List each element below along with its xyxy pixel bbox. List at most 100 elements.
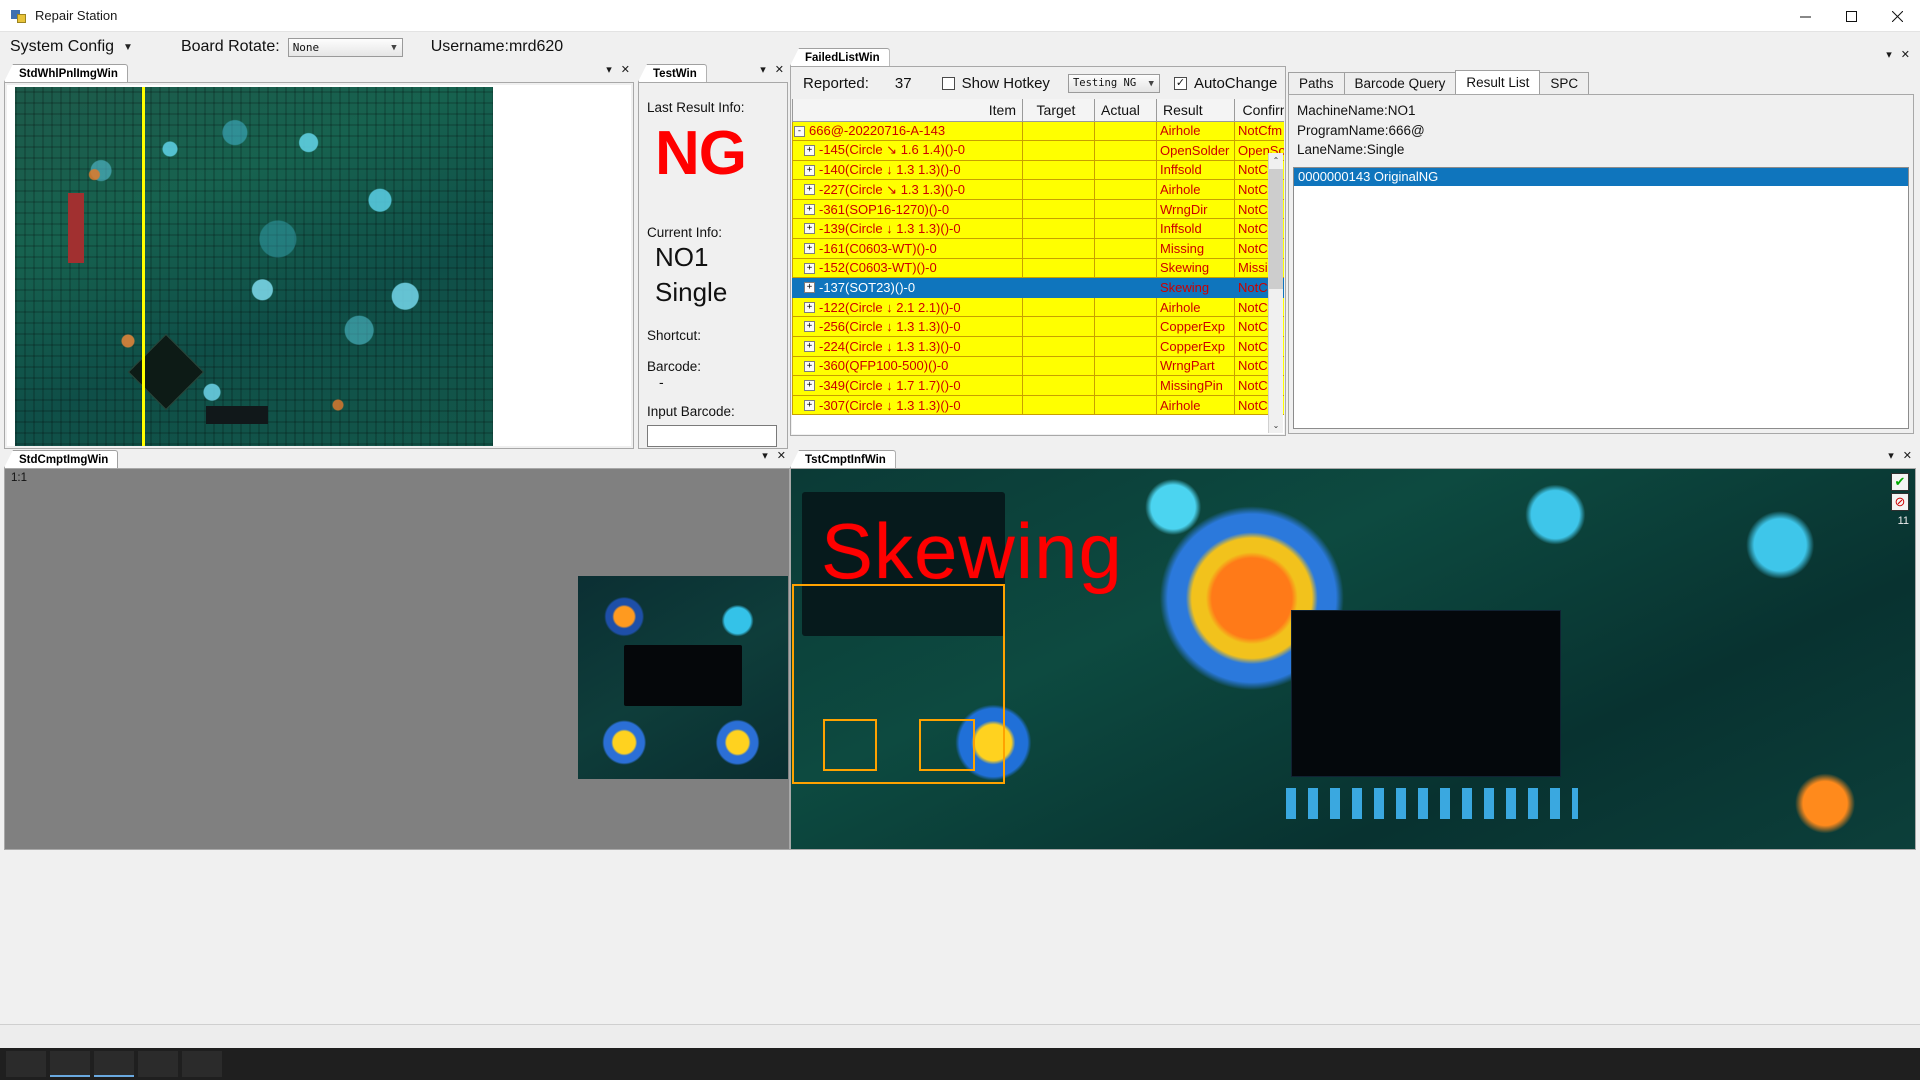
taskbar-app-icon[interactable] <box>50 1051 90 1077</box>
panel-menu-icon[interactable]: ▾ <box>1886 50 1892 61</box>
table-row[interactable]: -666@-20220716-A-143 Airhole NotCfm <box>792 120 1284 142</box>
component-body <box>624 645 742 706</box>
expand-icon[interactable]: + <box>804 341 815 353</box>
mark-ng-button[interactable]: ⊘ <box>1891 493 1909 511</box>
table-row[interactable]: + -145(Circle ↘ 1.6 1.4)()-0 OpenSolder Ope… <box>792 140 1284 161</box>
board-image-viewport[interactable] <box>7 85 631 446</box>
expand-icon[interactable]: + <box>804 399 815 411</box>
pcb-connector <box>67 193 84 264</box>
collapse-icon[interactable]: - <box>794 125 805 137</box>
cell-result: CopperExp <box>1156 336 1235 357</box>
cell-target <box>1022 277 1095 298</box>
menu-system-config[interactable]: System Config ▼ <box>10 38 133 56</box>
cell-item: + -140(Circle ↓ 1.3 1.3)()-0 <box>792 159 1023 181</box>
column-header-actual[interactable]: Actual <box>1094 99 1157 122</box>
test-component-viewport[interactable]: Skewing ✔ ⊘ 11 <box>791 469 1915 849</box>
table-row[interactable]: + -307(Circle ↓ 1.3 1.3)()-0 Airhole NotCfm <box>792 394 1284 416</box>
failed-list-scrollbar[interactable]: ⌃ ⌄ <box>1268 153 1283 433</box>
result-list[interactable]: 0000000143 OriginalNG <box>1293 167 1909 429</box>
input-barcode-field[interactable] <box>647 425 777 448</box>
tab-barcode-query[interactable]: Barcode Query <box>1343 72 1457 94</box>
scrollbar-thumb[interactable] <box>1269 169 1283 289</box>
close-icon[interactable]: ✕ <box>621 65 630 76</box>
expand-icon[interactable]: + <box>804 223 815 235</box>
taskbar-app-icon[interactable] <box>182 1051 222 1077</box>
table-row[interactable]: + -139(Circle ↓ 1.3 1.3)()-0 Inffsold NotCf… <box>792 218 1284 240</box>
failed-list-grid[interactable]: Item Target Actual Result Confirm -666@-… <box>792 99 1284 434</box>
table-row[interactable]: + -224(Circle ↓ 1.3 1.3)()-0 CopperExp NotC… <box>792 336 1284 357</box>
test-status-select[interactable]: Testing NG ▼ <box>1067 73 1160 93</box>
taskbar-start-icon[interactable] <box>6 1051 46 1077</box>
pcb-ic-component <box>206 406 269 425</box>
table-row[interactable]: + -361(SOP16-1270)()-0 WrngDir NotCfm <box>792 198 1284 220</box>
table-row[interactable]: + -140(Circle ↓ 1.3 1.3)()-0 Inffsold NotCf… <box>792 159 1284 181</box>
tab-std-cmpt-img-win[interactable]: StdCmptImgWin <box>4 450 119 468</box>
expand-icon[interactable]: + <box>804 262 815 274</box>
list-item[interactable]: 0000000143 OriginalNG <box>1294 168 1908 186</box>
cell-result: Inffsold <box>1156 218 1235 240</box>
std-component-viewport[interactable]: 1:1 <box>5 469 789 849</box>
mark-ok-button[interactable]: ✔ <box>1891 473 1909 491</box>
taskbar-app-icon[interactable] <box>138 1051 178 1077</box>
expand-icon[interactable]: + <box>804 282 815 294</box>
cell-actual <box>1094 336 1157 357</box>
cell-item-text: -122(Circle ↓ 2.1 2.1)()-0 <box>819 299 961 315</box>
panel-menu-icon[interactable]: ▾ <box>762 451 768 462</box>
std-component-image-window: StdCmptImgWin ▾ ✕ 1:1 <box>4 450 790 850</box>
expand-icon[interactable]: + <box>804 360 815 372</box>
tab-tst-cmpt-inf-win[interactable]: TstCmptInfWin <box>790 450 896 468</box>
taskbar-app-icon[interactable] <box>94 1051 134 1077</box>
expand-icon[interactable]: + <box>804 145 815 157</box>
table-row[interactable]: + -152(C0603-WT)()-0 Skewing Missing <box>792 257 1284 279</box>
close-icon[interactable]: ✕ <box>1901 50 1910 61</box>
table-row[interactable]: + -122(Circle ↓ 2.1 2.1)()-0 Airhole NotCfm <box>792 296 1284 318</box>
show-hotkey-checkbox[interactable]: Show Hotkey <box>941 75 1050 92</box>
table-row[interactable]: + -137(SOT23)()-0 Skewing NotCfm <box>792 277 1284 298</box>
cell-actual <box>1094 198 1157 220</box>
column-header-target[interactable]: Target <box>1022 99 1095 122</box>
table-row[interactable]: + -161(C0603-WT)()-0 Missing NotCfm <box>792 238 1284 259</box>
maximize-button[interactable] <box>1828 0 1874 32</box>
cell-result: Airhole <box>1156 179 1235 200</box>
scroll-down-icon[interactable]: ⌄ <box>1269 418 1283 433</box>
expand-icon[interactable]: + <box>804 184 815 196</box>
column-header-item[interactable]: Item <box>792 99 1023 122</box>
expand-icon[interactable]: + <box>804 301 815 313</box>
table-row[interactable]: + -360(QFP100-500)()-0 WrngPart NotCfm <box>792 355 1284 377</box>
tab-test-win[interactable]: TestWin <box>638 64 707 82</box>
column-header-confirm[interactable]: Confirm <box>1234 99 1284 122</box>
scroll-up-icon[interactable]: ⌃ <box>1269 153 1283 168</box>
expand-icon[interactable]: + <box>804 243 815 255</box>
failed-list-table: Item Target Actual Result Confirm -666@-… <box>792 99 1284 416</box>
chevron-down-icon: ▼ <box>391 42 397 53</box>
expand-icon[interactable]: + <box>804 203 815 215</box>
tab-spc[interactable]: SPC <box>1539 72 1590 94</box>
table-row[interactable]: + -256(Circle ↓ 1.3 1.3)()-0 CopperExp NotC… <box>792 316 1284 338</box>
tab-result-list[interactable]: Result List <box>1455 70 1541 94</box>
panel-menu-icon[interactable]: ▾ <box>606 65 612 76</box>
close-icon[interactable]: ✕ <box>775 65 784 76</box>
table-row[interactable]: + -349(Circle ↓ 1.7 1.7)()-0 MissingPin Not… <box>792 375 1284 396</box>
barcode-value: - <box>659 374 664 391</box>
auto-change-checkbox[interactable]: ✓ AutoChange <box>1173 75 1277 92</box>
tab-failed-list-win[interactable]: FailedListWin <box>790 48 890 66</box>
cell-item-text: -161(C0603-WT)()-0 <box>819 240 937 256</box>
close-icon[interactable]: ✕ <box>1903 451 1912 462</box>
expand-icon[interactable]: + <box>804 380 815 392</box>
expand-icon[interactable]: + <box>804 321 815 333</box>
close-icon[interactable]: ✕ <box>777 451 786 462</box>
cell-actual <box>1094 218 1157 240</box>
board-rotate-select[interactable]: None ▼ <box>287 37 403 57</box>
panel-menu-icon[interactable]: ▾ <box>1888 451 1894 462</box>
status-strip <box>0 1024 1920 1048</box>
table-row[interactable]: + -227(Circle ↘ 1.3 1.3)()-0 Airhole NotCfm <box>792 179 1284 200</box>
column-header-result[interactable]: Result <box>1156 99 1235 122</box>
taskbar-items <box>0 1048 1920 1080</box>
expand-icon[interactable]: + <box>804 164 815 176</box>
std-panel-tabrow: StdWhlPnlImgWin ▾ ✕ <box>4 64 634 82</box>
tab-paths[interactable]: Paths <box>1288 72 1345 94</box>
tab-std-whl-pnl-img-win[interactable]: StdWhlPnlImgWin <box>4 64 128 82</box>
close-button[interactable] <box>1874 0 1920 32</box>
panel-menu-icon[interactable]: ▾ <box>760 65 766 76</box>
minimize-button[interactable] <box>1782 0 1828 32</box>
